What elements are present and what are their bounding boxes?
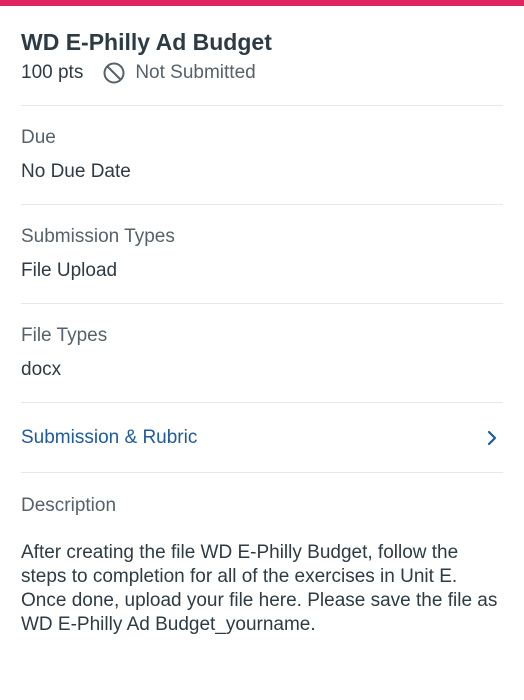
not-submitted-icon [103,62,125,84]
submission-rubric-label: Submission & Rubric [21,426,198,448]
due-value: No Due Date [21,161,131,182]
assignment-title: WD E-Philly Ad Budget [21,29,272,55]
assignment-header: WD E-Philly Ad Budget 100 pts Not Submit… [21,6,503,106]
submission-types-section: Submission Types File Upload [21,205,503,304]
file-types-section: File Types docx [21,304,503,403]
assignment-meta: 100 pts Not Submitted [21,62,503,84]
description-text: After creating the file WD E-Philly Budg… [21,542,498,635]
due-section: Due No Due Date [21,106,503,205]
submission-status: Not Submitted [135,62,256,83]
file-types-value: docx [21,359,62,380]
due-label: Due [21,127,56,148]
submission-types-value: File Upload [21,260,118,281]
submission-rubric-link[interactable]: Submission & Rubric [21,403,503,473]
file-types-label: File Types [21,325,108,346]
assignment-details: WD E-Philly Ad Budget 100 pts Not Submit… [0,6,524,637]
description-label: Description [21,495,117,516]
chevron-right-icon [483,429,501,447]
points-value: 100 pts [21,62,84,83]
description-section: Description After creating the file WD E… [21,473,503,637]
submission-types-label: Submission Types [21,226,175,247]
